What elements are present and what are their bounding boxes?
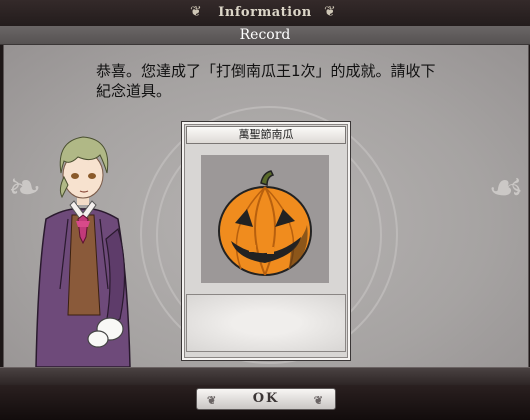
reward-item-image — [201, 155, 329, 283]
ok-ornament-left-icon: ❦ — [207, 394, 219, 407]
ok-ornament-right-icon: ❦ — [313, 394, 325, 407]
ok-button-label: OK — [252, 391, 280, 406]
ornament-right-icon: ❦ — [324, 4, 336, 20]
reward-item-description-frame — [186, 294, 346, 352]
achievement-message: 恭喜。您達成了「打倒南瓜王1次」的成就。請收下 紀念道具。 — [96, 61, 506, 101]
message-line: 紀念道具。 — [96, 82, 172, 100]
reward-item-name: 萬聖節南瓜 — [186, 126, 346, 144]
subtitle-bar: Record — [0, 26, 530, 45]
side-ornament-right-icon: ☙ — [488, 165, 524, 211]
dialog-panel: ❧ ☙ 恭喜。您達成了「打倒南瓜王1次」的成就。請收下 紀念道具。 萬聖節南瓜 — [3, 45, 529, 367]
reward-item-card: 萬聖節南瓜 — [181, 121, 351, 361]
window-subtitle: Record — [239, 27, 291, 43]
title-bar: ❦ Information ❦ — [0, 0, 530, 27]
jack-o-lantern-icon — [218, 170, 312, 276]
footer-band — [0, 367, 530, 386]
message-line: 恭喜。您達成了「打倒南瓜王1次」的成就。請收下 — [96, 62, 436, 80]
npc-butler-portrait — [35, 136, 131, 367]
window-title: Information — [218, 5, 312, 20]
ok-button[interactable]: ❦ OK ❦ — [196, 388, 336, 410]
